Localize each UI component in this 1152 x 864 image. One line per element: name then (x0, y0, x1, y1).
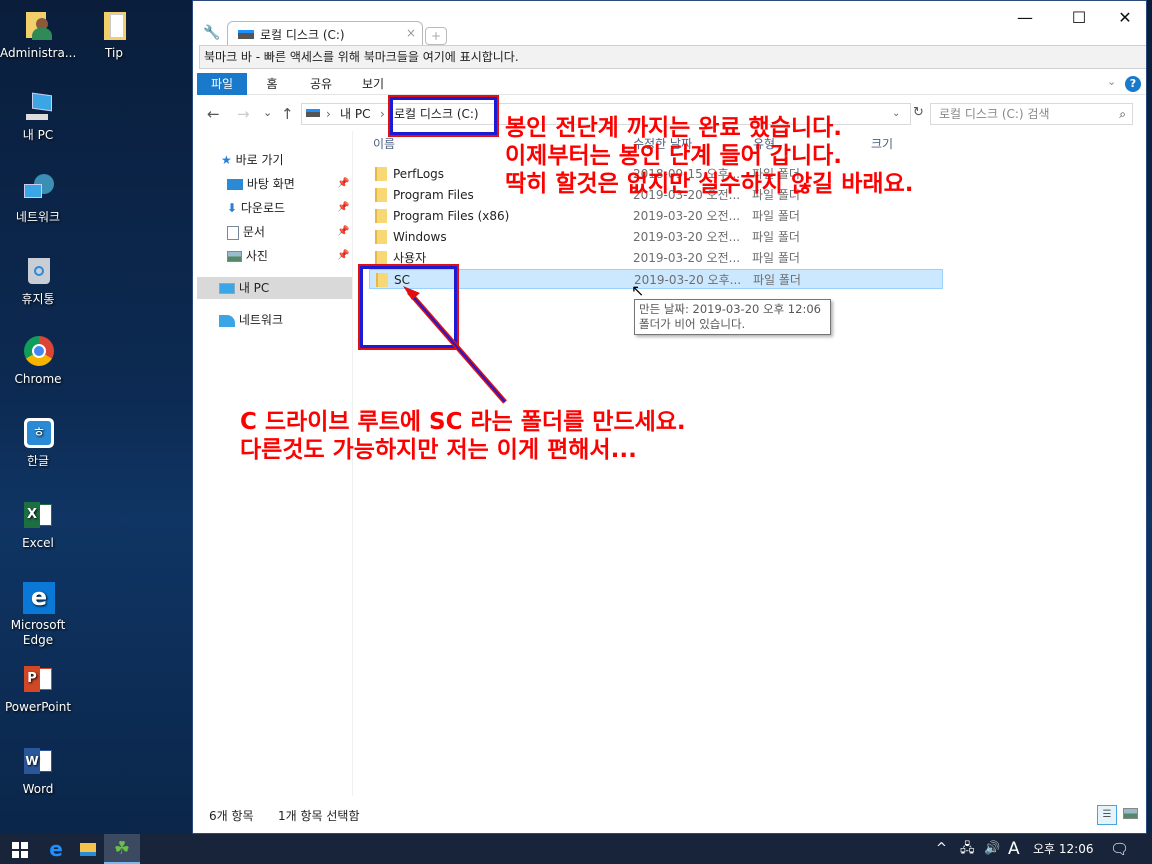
annotation-text-bottom: C 드라이브 루트에 SC 라는 폴더를 만드세요. 다른것도 가능하지만 저는… (240, 408, 686, 464)
tray-overflow-chevron[interactable]: ^ (936, 834, 947, 864)
annotation-line: 봉인 전단계 까지는 완료 했습니다. (505, 115, 843, 141)
annotation-line: 이제부터는 봉인 단계 들어 갑니다. (505, 143, 843, 169)
taskbar-clover-app-button[interactable]: ☘ (104, 834, 140, 864)
taskbar-edge-button[interactable]: e (38, 834, 74, 864)
ime-indicator[interactable]: A (1008, 834, 1020, 864)
annotation-line: 다른것도 가능하지만 저는 이게 편해서... (240, 437, 637, 463)
action-center-icon[interactable]: 🗨 (1110, 834, 1129, 864)
network-tray-icon[interactable]: 🖧 (960, 834, 975, 864)
taskbar: e ☘ ^ 🖧 🔊 A 오후 12:06 🗨 (0, 834, 1152, 864)
edge-icon: e (49, 837, 63, 861)
start-button[interactable] (2, 834, 38, 864)
annotation-text-top: 봉인 전단계 까지는 완료 했습니다. 이제부터는 봉인 단계 들어 갑니다. … (505, 114, 914, 198)
volume-tray-icon[interactable]: 🔊 (984, 834, 1000, 864)
annotation-line: 딱히 할것은 없지만 실수하지 않길 바래요. (505, 171, 914, 197)
annotation-arrow-line (408, 291, 506, 403)
start-icon (12, 841, 28, 858)
clover-app-icon: ☘ (113, 838, 131, 859)
clock[interactable]: 오후 12:06 (1033, 834, 1093, 864)
taskbar-file-explorer-button[interactable] (70, 834, 106, 864)
file-explorer-icon (80, 843, 96, 856)
annotation-line: C 드라이브 루트에 SC 라는 폴더를 만드세요. (240, 409, 686, 435)
